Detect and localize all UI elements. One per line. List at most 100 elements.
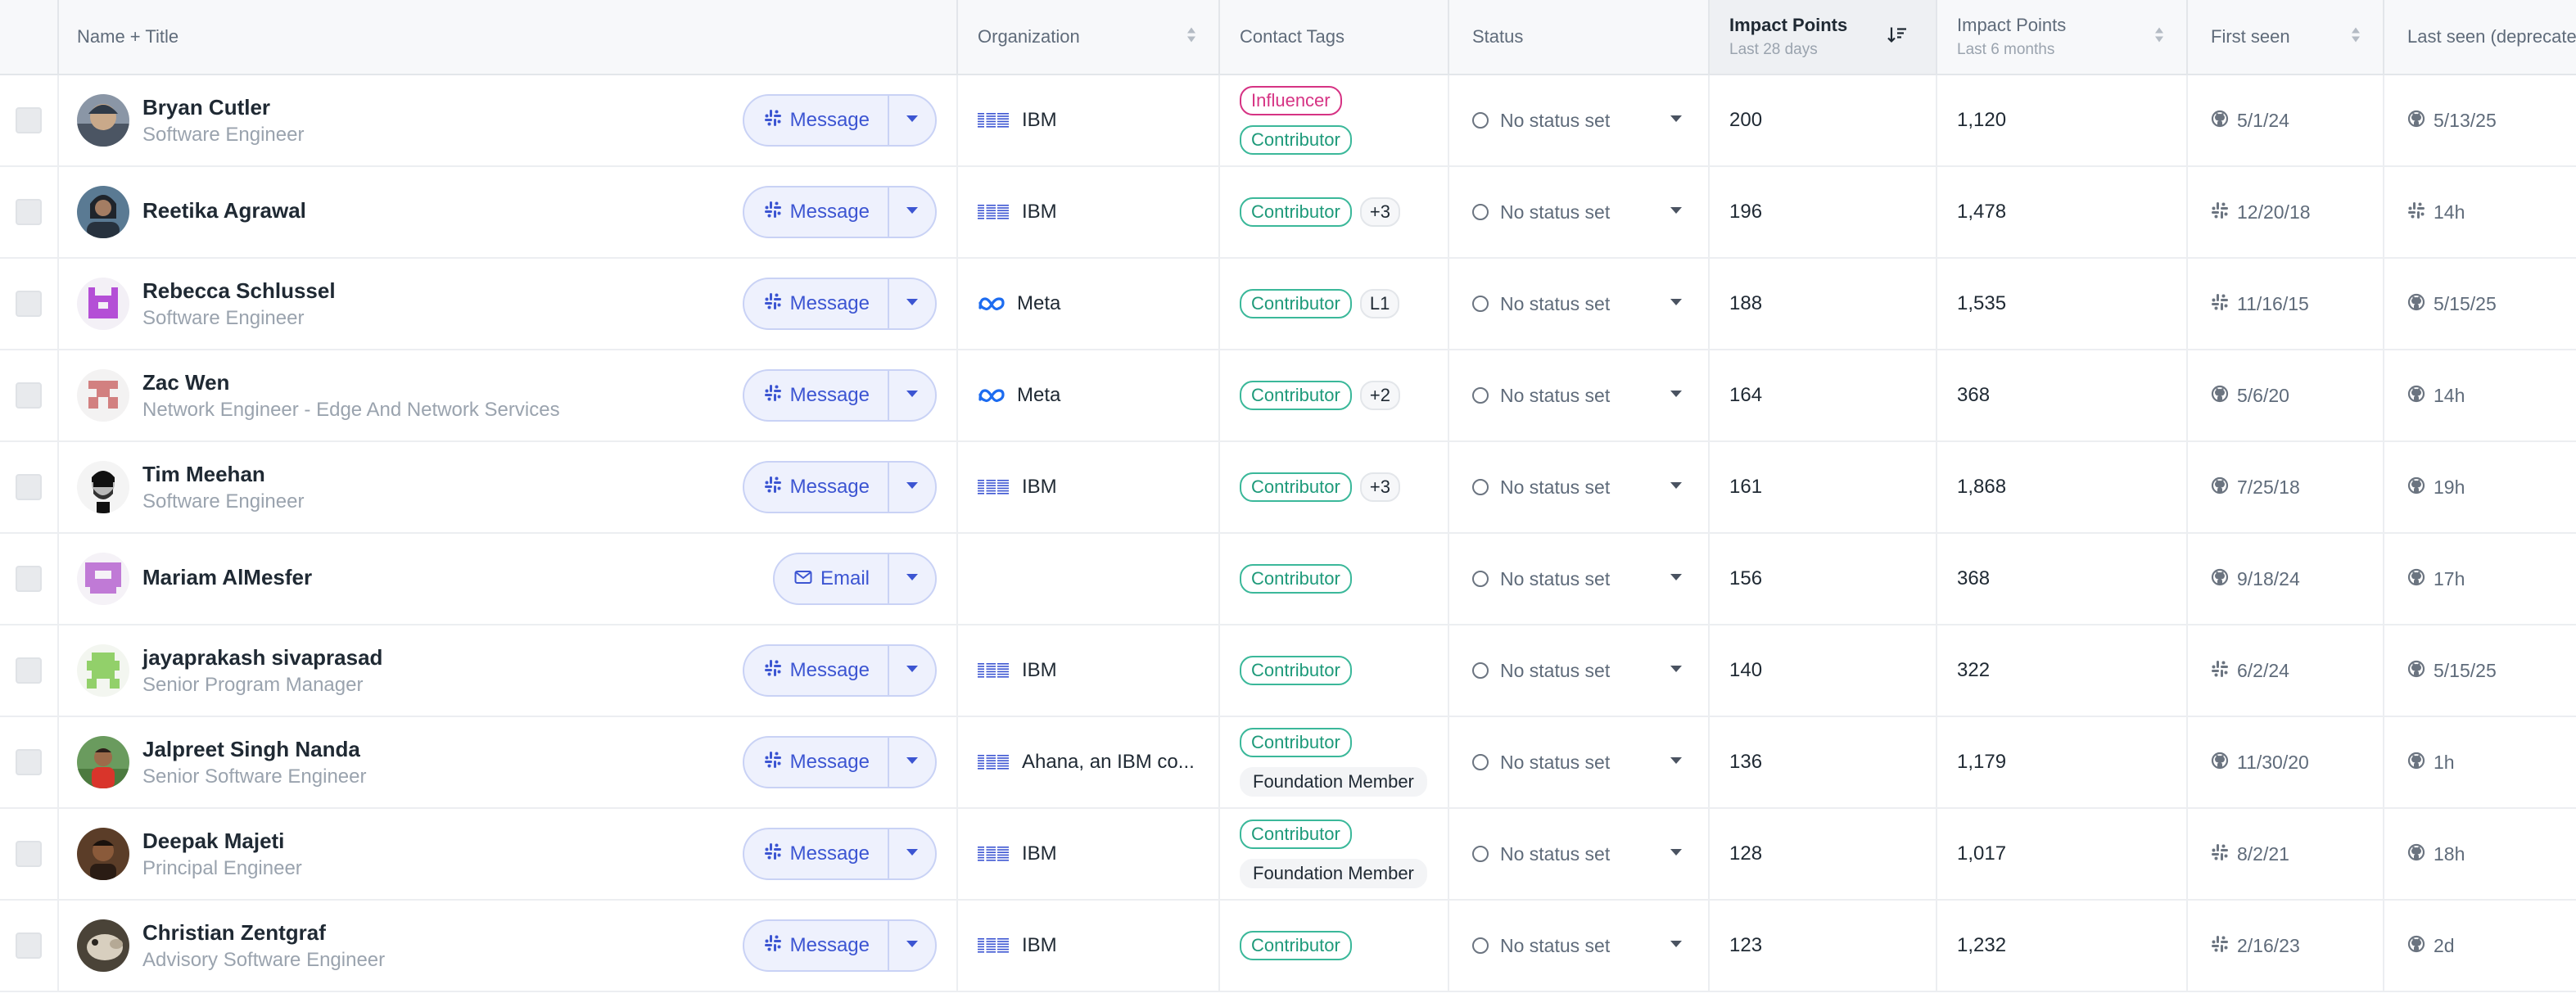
row-checkbox[interactable] [16,749,42,775]
action-dropdown-button[interactable] [889,829,935,878]
caret-down-icon[interactable] [1669,663,1683,678]
row-checkbox[interactable] [16,932,42,959]
tag-l1[interactable]: L1 [1359,289,1400,318]
column-header-name[interactable]: Name + Title [59,0,958,74]
organization-name[interactable]: IBM [1022,934,1057,957]
table-row-5[interactable]: Tim Meehan Software Engineer Message IBM [0,442,2576,534]
person-name[interactable]: Rebecca Schlussel [142,278,743,304]
action-dropdown-button[interactable] [889,279,935,328]
tag-3[interactable]: +3 [1359,472,1400,502]
action-dropdown-button[interactable] [889,554,935,603]
tag-2[interactable]: +2 [1359,381,1400,410]
tag-contributor[interactable]: Contributor [1240,931,1352,960]
table-row-7[interactable]: jayaprakash sivaprasad Senior Program Ma… [0,625,2576,717]
avatar[interactable] [77,186,129,238]
sort-icon[interactable] [2350,26,2361,48]
avatar[interactable] [77,461,129,513]
row-checkbox[interactable] [16,841,42,867]
status-cell[interactable]: No status set [1449,717,1710,807]
tag-contributor[interactable]: Contributor [1240,820,1352,849]
tag-contributor[interactable]: Contributor [1240,381,1352,410]
status-select[interactable]: No status set [1472,201,1683,224]
sort-icon[interactable] [2153,26,2165,48]
row-checkbox[interactable] [16,291,42,317]
column-header-organization[interactable]: Organization [958,0,1220,74]
status-cell[interactable]: No status set [1449,901,1710,991]
caret-down-icon[interactable] [1669,847,1683,861]
caret-down-icon[interactable] [1669,113,1683,128]
person-name[interactable]: Tim Meehan [142,462,743,487]
caret-down-icon[interactable] [1669,938,1683,953]
person-name[interactable]: Mariam AlMesfer [142,565,773,590]
organization-name[interactable]: Meta [1017,384,1060,407]
tag-contributor[interactable]: Contributor [1240,728,1352,757]
table-row-8[interactable]: Jalpreet Singh Nanda Senior Software Eng… [0,717,2576,809]
status-cell[interactable]: No status set [1449,167,1710,257]
organization-name[interactable]: IBM [1022,201,1057,224]
organization-name[interactable]: IBM [1022,659,1057,682]
row-checkbox[interactable] [16,199,42,225]
table-row-9[interactable]: Deepak Majeti Principal Engineer Message… [0,809,2576,901]
avatar[interactable] [77,736,129,788]
action-dropdown-button[interactable] [889,371,935,420]
status-select[interactable]: No status set [1472,385,1683,407]
person-name[interactable]: Bryan Cutler [142,95,743,120]
action-button[interactable]: Message [744,921,889,970]
row-checkbox[interactable] [16,657,42,684]
action-button[interactable]: Message [744,371,889,420]
column-header-last-seen[interactable]: Last seen (deprecate [2384,0,2576,74]
organization-name[interactable]: IBM [1022,109,1057,132]
tag-influencer[interactable]: Influencer [1240,86,1342,115]
column-header-impact-6m[interactable]: Impact Points Last 6 months [1937,0,2188,74]
caret-down-icon[interactable] [1669,480,1683,494]
tag-foundation-member[interactable]: Foundation Member [1240,859,1427,888]
person-name[interactable]: jayaprakash sivaprasad [142,645,743,671]
action-button[interactable]: Message [744,96,889,145]
avatar[interactable] [77,94,129,147]
sort-descending-icon[interactable] [1887,25,1908,49]
status-cell[interactable]: No status set [1449,350,1710,440]
tag-contributor[interactable]: Contributor [1240,656,1352,685]
tag-contributor[interactable]: Contributor [1240,564,1352,594]
action-dropdown-button[interactable] [889,463,935,512]
table-row-3[interactable]: Rebecca Schlussel Software Engineer Mess… [0,259,2576,350]
action-button[interactable]: Message [744,829,889,878]
avatar[interactable] [77,369,129,422]
status-cell[interactable]: No status set [1449,75,1710,165]
table-row-2[interactable]: Reetika Agrawal Message IBM Contributor [0,167,2576,259]
person-name[interactable]: Christian Zentgraf [142,920,743,946]
table-row-4[interactable]: Zac Wen Network Engineer - Edge And Netw… [0,350,2576,442]
caret-down-icon[interactable] [1669,571,1683,586]
column-header-status[interactable]: Status [1449,0,1710,74]
status-cell[interactable]: No status set [1449,259,1710,349]
organization-name[interactable]: IBM [1022,842,1057,865]
person-name[interactable]: Reetika Agrawal [142,198,743,224]
avatar[interactable] [77,644,129,697]
column-header-impact-28[interactable]: Impact Points Last 28 days [1710,0,1937,74]
tag-3[interactable]: +3 [1359,197,1400,227]
status-cell[interactable]: No status set [1449,442,1710,532]
status-select[interactable]: No status set [1472,660,1683,682]
caret-down-icon[interactable] [1669,755,1683,770]
caret-down-icon[interactable] [1669,388,1683,403]
status-select[interactable]: No status set [1472,293,1683,315]
tag-foundation-member[interactable]: Foundation Member [1240,767,1427,797]
avatar[interactable] [77,828,129,880]
status-select[interactable]: No status set [1472,110,1683,132]
avatar[interactable] [77,278,129,330]
table-row-1[interactable]: Bryan Cutler Software Engineer Message I… [0,75,2576,167]
table-row-10[interactable]: Christian Zentgraf Advisory Software Eng… [0,901,2576,992]
organization-name[interactable]: Meta [1017,292,1060,315]
action-button[interactable]: Message [744,646,889,695]
action-button[interactable]: Message [744,187,889,237]
action-dropdown-button[interactable] [889,187,935,237]
action-button[interactable]: Message [744,463,889,512]
action-dropdown-button[interactable] [889,96,935,145]
row-checkbox[interactable] [16,566,42,592]
action-button[interactable]: Email [775,554,889,603]
action-button[interactable]: Message [744,279,889,328]
tag-contributor[interactable]: Contributor [1240,125,1352,155]
row-checkbox[interactable] [16,382,42,409]
table-row-6[interactable]: Mariam AlMesfer Email Contributor No sta… [0,534,2576,625]
action-dropdown-button[interactable] [889,646,935,695]
